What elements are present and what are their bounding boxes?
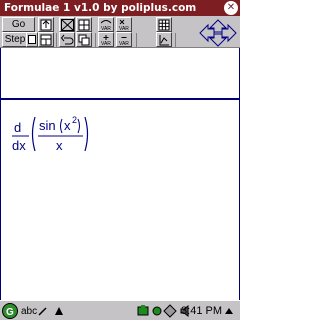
- close-icon[interactable]: ✕: [224, 1, 238, 15]
- network-icon[interactable]: [137, 303, 151, 319]
- menu-arrow-icon[interactable]: [55, 303, 63, 319]
- spreadsheet-icon[interactable]: [156, 17, 172, 32]
- sync-icon[interactable]: [151, 303, 163, 319]
- title-bar: Formulae 1 v1.0 by poliplus.com ✕: [0, 0, 240, 16]
- step-button[interactable]: Step: [2, 32, 28, 47]
- keyboard-pen-icon: [38, 307, 47, 316]
- scroll-up-icon[interactable]: [224, 303, 234, 319]
- svg-text:VAR: VAR: [119, 26, 129, 31]
- keyboard-button[interactable]: abc: [21, 303, 48, 319]
- derivative-formula[interactable]: d dx sin x 2 x: [11, 114, 101, 154]
- var-plus-icon[interactable]: VAR: [98, 32, 114, 47]
- sin-function: sin: [39, 118, 56, 133]
- copy-icon[interactable]: [76, 32, 92, 47]
- plot-icon[interactable]: [156, 32, 172, 47]
- input-pane[interactable]: [0, 48, 240, 98]
- undo-icon[interactable]: [59, 32, 75, 47]
- go-button[interactable]: Go: [2, 17, 35, 32]
- var-minus-icon[interactable]: VAR: [116, 32, 132, 47]
- graph-icon[interactable]: [59, 17, 75, 32]
- step-box-icon[interactable]: [26, 32, 38, 47]
- formula-pane[interactable]: d dx sin x 2 x: [0, 100, 240, 300]
- exponent: 2: [72, 115, 77, 125]
- window-title: Formulae 1 v1.0 by poliplus.com: [4, 2, 197, 14]
- taskbar: G abc 3:41 PM: [0, 300, 240, 320]
- fraction-denominator: x: [56, 138, 63, 153]
- toolbar: Go Step VAR VAR VAR VAR: [0, 16, 240, 63]
- clock[interactable]: 3:41 PM: [181, 303, 222, 319]
- dx-denominator: dx: [12, 138, 26, 153]
- arrows-icon[interactable]: [199, 19, 237, 47]
- upload-icon[interactable]: [38, 17, 54, 32]
- var-arrow-icon[interactable]: VAR: [98, 17, 114, 32]
- g-logo-icon[interactable]: G: [2, 303, 18, 319]
- svg-text:VAR: VAR: [119, 41, 129, 46]
- svg-text:VAR: VAR: [101, 41, 111, 46]
- battery-icon[interactable]: [163, 303, 177, 319]
- sin-argument: x: [64, 118, 71, 133]
- grid-icon[interactable]: [76, 17, 92, 32]
- var-x-icon[interactable]: VAR: [116, 17, 132, 32]
- keyboard-label: abc: [21, 305, 38, 317]
- d-numerator: d: [14, 120, 21, 135]
- svg-text:VAR: VAR: [101, 26, 111, 31]
- table-icon[interactable]: [38, 32, 54, 47]
- svg-text:G: G: [6, 307, 14, 318]
